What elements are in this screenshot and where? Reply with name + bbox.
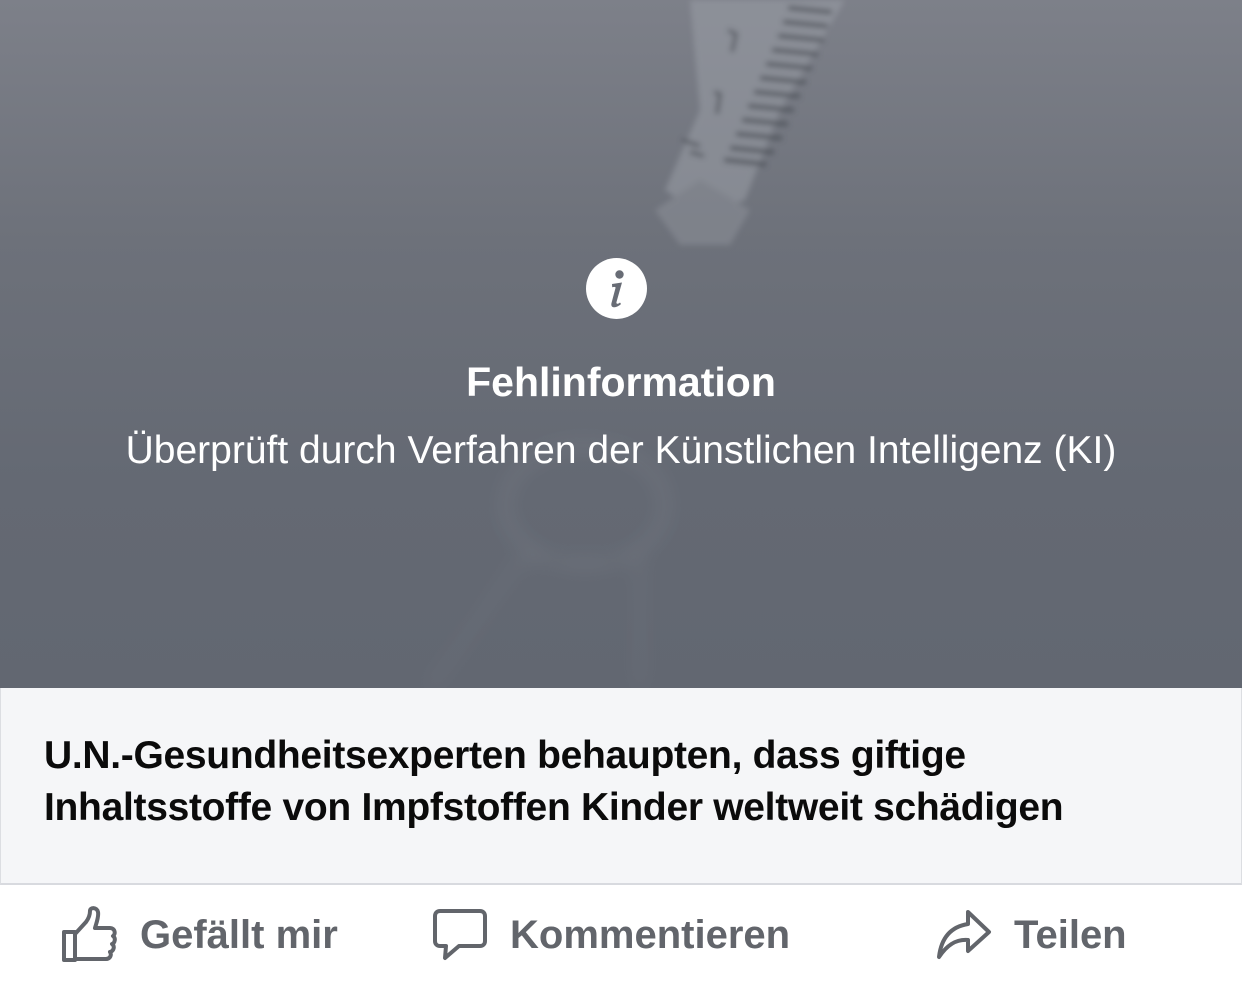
info-icon: [586, 258, 647, 319]
share-arrow-icon: [937, 910, 991, 959]
like-label: Gefällt mir: [140, 912, 338, 957]
post-card: Fehlinformation Überprüft durch Verfahre…: [0, 0, 1242, 1004]
speech-bubble-icon: [433, 909, 487, 960]
misinformation-overlay: Fehlinformation Überprüft durch Verfahre…: [0, 0, 1242, 688]
warning-subtitle: Überprüft durch Verfahren der Künstliche…: [125, 429, 1117, 472]
warning-title: Fehlinformation: [466, 359, 776, 405]
share-button[interactable]: Teilen: [936, 905, 1127, 965]
thumbs-up-icon: [62, 906, 117, 962]
comment-label: Kommentieren: [510, 912, 791, 957]
blurred-post-image[interactable]: Fehlinformation Überprüft durch Verfahre…: [0, 0, 1242, 688]
link-headline[interactable]: U.N.-Gesundheitsexperten behaupten, dass…: [44, 730, 1204, 834]
comment-button[interactable]: Kommentieren: [432, 905, 790, 965]
action-bar: Gefällt mir Kommentieren Teilen: [0, 885, 1242, 1004]
share-label: Teilen: [1014, 912, 1127, 957]
like-button[interactable]: Gefällt mir: [60, 905, 338, 965]
